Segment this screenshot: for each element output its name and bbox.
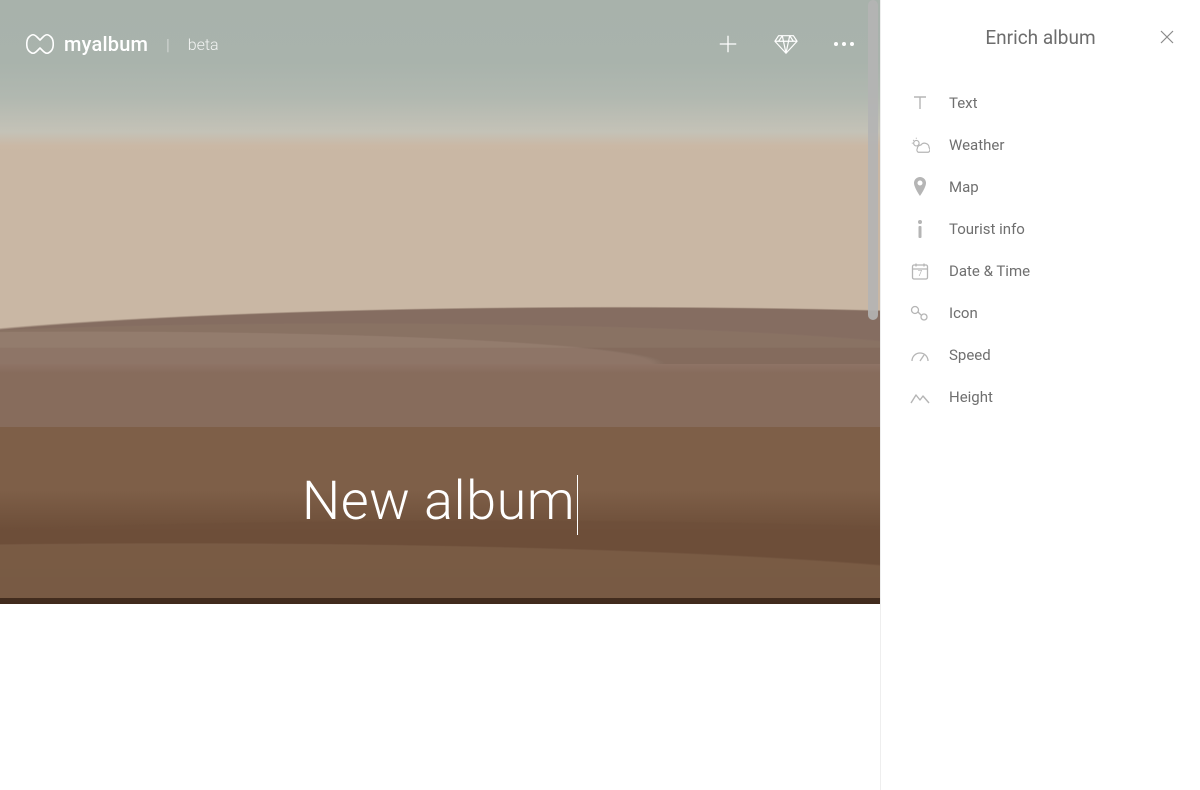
scrollbar-track[interactable] <box>866 0 880 790</box>
panel-header: Enrich album <box>881 0 1200 74</box>
text-icon <box>909 92 931 114</box>
brand-badge: beta <box>188 35 219 54</box>
panel-item-label: Tourist info <box>949 220 1025 238</box>
panel-item-text[interactable]: Text <box>909 82 1182 124</box>
brand-separator: | <box>166 35 170 54</box>
height-icon <box>909 386 931 408</box>
brand-logo-icon <box>26 32 54 56</box>
album-title-text: New album <box>302 470 575 533</box>
speed-icon <box>909 344 931 366</box>
more-button[interactable] <box>832 32 856 56</box>
chevron-down-icon <box>433 733 447 747</box>
close-icon <box>1159 29 1175 45</box>
panel-title: Enrich album <box>985 26 1095 49</box>
panel-item-tourist-info[interactable]: Tourist info <box>909 208 1182 250</box>
panel-item-label: Date & Time <box>949 262 1030 280</box>
panel-item-label: Text <box>949 94 978 112</box>
panel-list: Text Weather Map Tourist info <box>881 74 1200 418</box>
add-button[interactable] <box>716 32 740 56</box>
topbar: myalbum | beta <box>26 26 856 62</box>
album-title-input[interactable]: New album <box>0 470 880 535</box>
panel-item-icon[interactable]: Icon <box>909 292 1182 334</box>
panel-item-label: Speed <box>949 346 991 364</box>
panel-item-map[interactable]: Map <box>909 166 1182 208</box>
scrollbar-thumb[interactable] <box>868 0 878 320</box>
panel-item-height[interactable]: Height <box>909 376 1182 418</box>
album-cover: myalbum | beta New al <box>0 0 880 790</box>
enrich-panel: Enrich album Text Weather <box>880 0 1200 790</box>
brand[interactable]: myalbum | beta <box>26 32 219 56</box>
icon-shape-icon <box>909 302 931 324</box>
weather-icon <box>909 134 931 156</box>
svg-text:7: 7 <box>918 269 923 278</box>
panel-item-label: Map <box>949 178 979 196</box>
more-icon <box>833 41 855 47</box>
panel-close-button[interactable] <box>1156 26 1178 48</box>
premium-button[interactable] <box>774 32 798 56</box>
topbar-actions <box>716 32 856 56</box>
plus-icon <box>717 33 739 55</box>
diamond-icon <box>774 33 798 55</box>
scroll-down-button[interactable] <box>420 720 460 760</box>
map-pin-icon <box>909 176 931 198</box>
panel-item-label: Height <box>949 388 993 406</box>
brand-name: myalbum <box>64 32 148 56</box>
calendar-icon: 7 <box>909 260 931 282</box>
info-icon <box>909 218 931 240</box>
panel-item-label: Icon <box>949 304 978 322</box>
panel-item-weather[interactable]: Weather <box>909 124 1182 166</box>
panel-item-speed[interactable]: Speed <box>909 334 1182 376</box>
panel-item-label: Weather <box>949 136 1004 154</box>
text-caret <box>577 475 578 535</box>
panel-item-date-time[interactable]: 7 Date & Time <box>909 250 1182 292</box>
